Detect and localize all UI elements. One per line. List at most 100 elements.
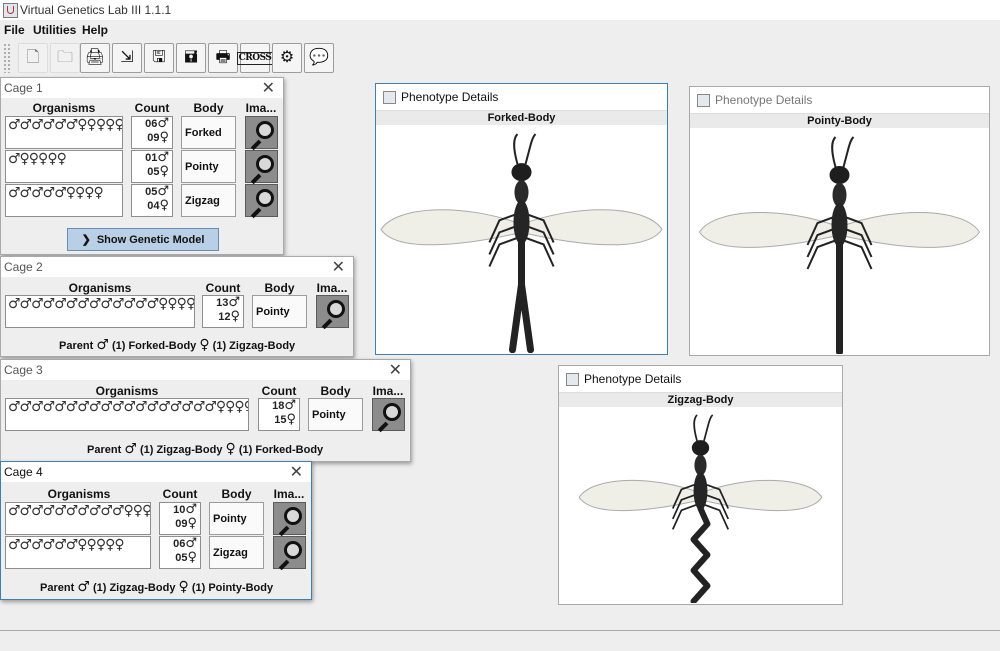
image-header: Ima... (273, 487, 305, 501)
open-problem-button[interactable]: 🖨 (80, 43, 110, 73)
cage-3-window: Cage 3 ✕ Organisms Count Body Ima... ♂♂♂… (0, 359, 411, 462)
thorax-shape (693, 472, 708, 511)
fly-figure (578, 414, 823, 603)
magnifier-icon[interactable] (273, 536, 306, 569)
save-as-icon: 🖬 (184, 49, 198, 66)
open-folder-icon: 🗀 (56, 49, 73, 66)
wing-shape (380, 209, 522, 246)
phenotype-label: Forked-Body (376, 111, 667, 125)
image-header: Ima... (372, 384, 404, 398)
cage-2-title: Cage 2 (4, 260, 43, 274)
new-cage-icon: 🗋 (26, 49, 40, 66)
body-cell: Zigzag (181, 184, 236, 217)
close-icon[interactable]: ✕ (389, 360, 402, 380)
model-button[interactable]: ⚙ (272, 43, 302, 73)
parent-info: Parent ♂ (1) Zigzag-Body ♀ (1) Pointy-Bo… (40, 579, 274, 595)
exit-button[interactable]: ⇲ (112, 43, 142, 73)
menu-help[interactable]: Help (82, 23, 108, 37)
cage-4-window: Cage 4 ✕ Organisms Count Body Ima... ♂♂♂… (0, 461, 312, 600)
cage-4-title: Cage 4 (4, 465, 43, 479)
toolbar-grip[interactable] (3, 43, 12, 73)
cross-icon: CROSS (236, 51, 274, 65)
organisms-cell[interactable]: ♂♂♂♂♂♂♀♀♀♀♀♀♀♀♀ (5, 116, 123, 149)
head-shape (829, 166, 850, 184)
menu-file[interactable]: File (4, 23, 25, 37)
body-header: Body (193, 101, 224, 115)
phenotype-titlebar[interactable]: Phenotype Details (376, 84, 667, 111)
java-app-icon (383, 91, 396, 104)
organisms-cell[interactable]: ♂♂♂♂♂♂♂♂♂♂♂♂♂♀♀♀♀♀♀♀♀♀♀♀♀ (5, 295, 195, 328)
cage-3-titlebar[interactable]: Cage 3 ✕ (1, 360, 410, 380)
menu-utilities[interactable]: Utilities (33, 23, 76, 37)
count-header: Count (261, 384, 297, 398)
about-icon: 💬 (309, 49, 329, 66)
toolbar: 🗋 🗀 🖨 ⇲ 🖫 🖬 🖶 CROSS ⚙ 💬 (0, 40, 1000, 76)
magnifier-icon[interactable] (245, 150, 278, 183)
organisms-cell[interactable]: ♂♂♂♂♂♂♀♀♀♀♀ (5, 536, 151, 569)
open-problem-icon: 🖨 (84, 49, 106, 66)
body-header: Body (264, 281, 295, 295)
parent-info: Parent ♂ (1) Forked-Body ♀ (1) Zigzag-Bo… (59, 337, 296, 353)
phenotype-titlebar[interactable]: Phenotype Details (559, 366, 842, 393)
parent-info: Parent ♂ (1) Zigzag-Body ♀ (1) Forked-Bo… (87, 441, 324, 457)
organisms-cell[interactable]: ♂♀♀♀♀♀ (5, 150, 123, 183)
organisms-header: Organisms (68, 281, 132, 295)
phenotype-window-pointy: Phenotype Details Pointy-Body (689, 86, 990, 356)
print-icon: 🖶 (215, 49, 231, 66)
organisms-cell[interactable]: ♂♂♂♂♂♂♂♂♂♂♂♂♂♂♂♂♂♂♀♀♀♀♀♀♀♀♀♀♀♀♀♀♀ (5, 398, 249, 431)
new-cage-button[interactable]: 🗋 (18, 43, 48, 73)
forked-fly-image (380, 133, 663, 353)
magnifier-icon[interactable] (273, 502, 306, 535)
body-cell: Pointy (181, 150, 236, 183)
java-app-icon (697, 94, 710, 107)
save-as-button[interactable]: 🖬 (176, 43, 206, 73)
magnifier-icon[interactable] (245, 184, 278, 217)
body-header: Body (221, 487, 252, 501)
phenotype-window-forked: Phenotype Details Forked-Body (375, 83, 668, 355)
open-folder-button[interactable]: 🗀 (50, 43, 80, 73)
close-icon[interactable]: ✕ (332, 257, 345, 277)
magnifier-icon[interactable] (245, 116, 278, 149)
save-button[interactable]: 🖫 (144, 43, 174, 73)
phenotype-title: Phenotype Details (715, 93, 813, 107)
print-button[interactable]: 🖶 (208, 43, 238, 73)
magnifier-icon[interactable] (316, 295, 349, 328)
app-titlebar: Virtual Genetics Lab III 1.1.1 (0, 0, 1000, 20)
fly-figure (698, 136, 981, 354)
chevron-right-icon: ❯ (81, 234, 91, 246)
count-cell: 18♂ 15♀ (258, 398, 300, 431)
about-button[interactable]: 💬 (304, 43, 334, 73)
cage-1-title: Cage 1 (4, 81, 43, 95)
menu-bar: File Utilities Help (0, 20, 1000, 38)
model-icon: ⚙ (279, 49, 295, 66)
wing-shape (700, 479, 823, 512)
organisms-header: Organisms (32, 101, 96, 115)
body-cell: Pointy (209, 502, 264, 535)
magnifier-icon[interactable] (372, 398, 405, 431)
organisms-cell[interactable]: ♂♂♂♂♂♀♀♀♀ (5, 184, 123, 217)
count-cell: 10♂ 09♀ (159, 502, 201, 535)
zigzag-fly-image (578, 414, 823, 603)
phenotype-title: Phenotype Details (584, 372, 682, 386)
count-header: Count (205, 281, 241, 295)
count-header: Count (134, 101, 170, 115)
java-app-icon (566, 373, 579, 386)
cage-4-titlebar[interactable]: Cage 4 ✕ (1, 462, 311, 482)
phenotype-label: Zigzag-Body (559, 393, 842, 407)
close-icon[interactable]: ✕ (290, 462, 303, 482)
organisms-cell[interactable]: ♂♂♂♂♂♂♂♂♂♂♀♀♀♀♀♀♀♀♀ (5, 502, 151, 535)
wing-shape (839, 211, 981, 248)
count-cell: 01♂ 05♀ (131, 150, 173, 183)
body-cell: Forked (181, 116, 236, 149)
body-header: Body (320, 384, 351, 398)
cross-button[interactable]: CROSS (236, 43, 274, 73)
cage-1-titlebar[interactable]: Cage 1 ✕ (1, 78, 283, 98)
java-app-icon (3, 3, 18, 18)
show-genetic-model-button[interactable]: ❯ Show Genetic Model (67, 228, 219, 251)
pointy-fly-image (698, 136, 981, 354)
close-icon[interactable]: ✕ (262, 78, 275, 98)
body-cell: Pointy (252, 295, 307, 328)
phenotype-titlebar[interactable]: Phenotype Details (690, 87, 989, 114)
image-header: Ima... (316, 281, 348, 295)
cage-2-titlebar[interactable]: Cage 2 ✕ (1, 257, 353, 277)
